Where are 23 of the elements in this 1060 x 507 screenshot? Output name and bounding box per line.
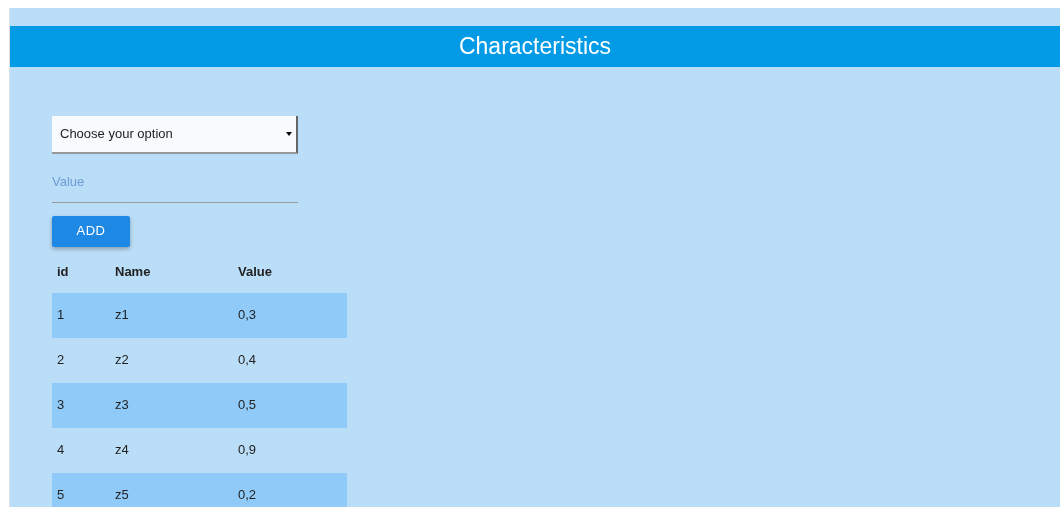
table-cell: 0,2 — [233, 472, 347, 507]
table-cell: 0,5 — [233, 382, 347, 428]
option-select[interactable]: Choose your option — [52, 116, 298, 154]
table-cell: z1 — [110, 292, 233, 338]
value-input-field[interactable]: Value — [52, 162, 298, 203]
table-cell: 2 — [52, 337, 110, 383]
table-cell: z2 — [110, 337, 233, 383]
table-cell: 4 — [52, 427, 110, 473]
table-cell: 1 — [52, 292, 110, 338]
column-header: Value — [237, 262, 273, 281]
table-cell: 5 — [52, 472, 110, 507]
table-cell: 3 — [52, 382, 110, 428]
table-cell: z5 — [110, 472, 233, 507]
table-cell: 0,9 — [233, 427, 347, 473]
table-cell: 0,4 — [233, 337, 347, 383]
caret-icon — [286, 132, 292, 136]
table-cell: z4 — [110, 427, 233, 473]
table-cell: z3 — [110, 382, 233, 428]
column-header: id — [56, 262, 70, 281]
table-cell: 0,3 — [233, 292, 347, 338]
column-header: Name — [114, 262, 152, 281]
header-title: Characteristics — [458, 32, 612, 62]
add-button[interactable]: ADD — [52, 215, 130, 247]
